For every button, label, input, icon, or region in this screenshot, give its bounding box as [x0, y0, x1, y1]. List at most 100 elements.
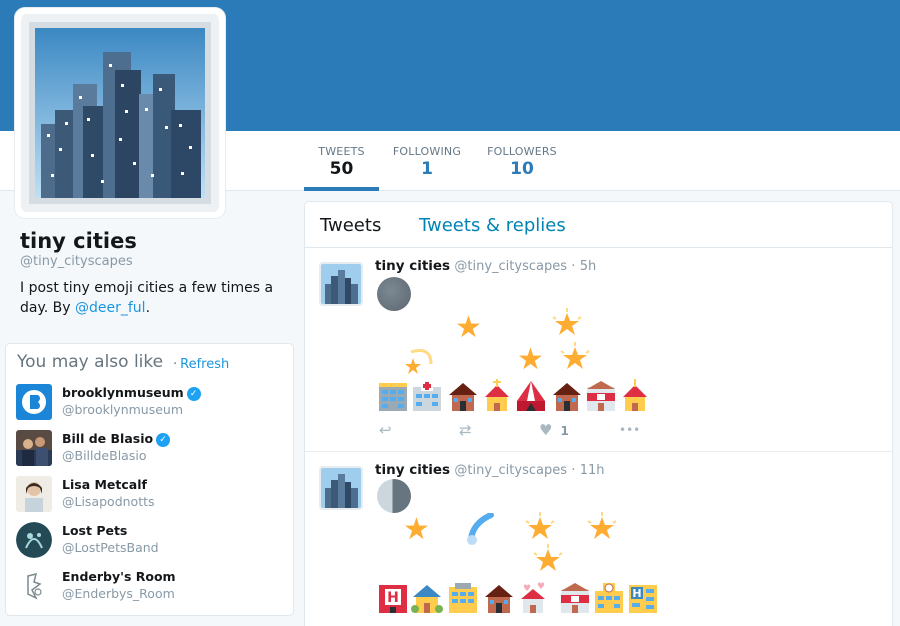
star-icon: ★: [403, 512, 430, 547]
suggested-user-name[interactable]: brooklynmuseum ✓: [62, 385, 201, 401]
tab-tweets[interactable]: Tweets: [320, 215, 381, 236]
hotel-icon: H: [377, 581, 409, 617]
nav-tweets-label: TWEETS: [318, 145, 365, 158]
tweet-author-handle[interactable]: @tiny_cityscapes: [454, 463, 567, 478]
bio-link[interactable]: @deer_ful: [75, 300, 146, 316]
hotel-icon: H: [627, 581, 659, 617]
verified-icon: ✓: [186, 387, 201, 401]
refresh-separator: ·: [173, 357, 178, 372]
house-icon: [551, 379, 583, 415]
timeline-tabs: Tweets Tweets & replies: [305, 202, 892, 248]
retweet-icon[interactable]: ⇄: [459, 421, 472, 439]
tweet[interactable]: tiny cities @tiny_cityscapes · 11h ★ H ♥…: [305, 453, 892, 626]
glowing-star-icon: [531, 543, 565, 577]
tweet-timestamp[interactable]: 11h: [580, 463, 605, 478]
svg-text:H: H: [632, 587, 641, 600]
tweet-avatar[interactable]: [319, 262, 363, 306]
avatar[interactable]: [16, 384, 52, 420]
suggested-user[interactable]: Lisa Metcalf @Lisapodnotts: [16, 476, 286, 514]
svg-text:♥: ♥: [537, 582, 545, 592]
suggested-user-name-text: Enderby's Room: [62, 569, 176, 584]
tweet-author-handle[interactable]: @tiny_cityscapes: [454, 259, 567, 274]
profile-handle: @tiny_cityscapes: [20, 254, 133, 269]
svg-text:H: H: [387, 590, 399, 606]
tweet-author-name[interactable]: tiny cities: [375, 258, 450, 274]
verified-icon: ✓: [156, 433, 171, 447]
suggested-user-name[interactable]: Lost Pets: [62, 523, 127, 538]
tweet-header: tiny cities @tiny_cityscapes · 5h: [375, 258, 596, 274]
moon-icon: [377, 479, 411, 513]
suggested-user-name-text: Lisa Metcalf: [62, 477, 147, 492]
profile-bio: I post tiny emoji cities a few times a d…: [20, 278, 285, 318]
refresh-link[interactable]: · Refresh: [173, 357, 229, 372]
suggested-user[interactable]: Enderby's Room @Enderbys_Room: [16, 568, 286, 606]
circus-tent-icon: [515, 379, 547, 415]
avatar[interactable]: [16, 568, 52, 604]
tweet[interactable]: tiny cities @tiny_cityscapes · 5h ★ ★ ↩ …: [305, 249, 892, 452]
avatar[interactable]: [16, 522, 52, 558]
suggested-user[interactable]: brooklynmuseum ✓ @brooklynmuseum: [16, 384, 286, 422]
avatar[interactable]: [16, 476, 52, 512]
refresh-label: Refresh: [180, 357, 230, 372]
star-icon: ★: [517, 342, 544, 377]
suggested-user-handle: @brooklynmuseum: [62, 402, 184, 417]
school-icon: [619, 379, 651, 415]
profile-name: tiny cities: [20, 229, 137, 253]
house-with-garden-icon: [411, 581, 443, 617]
svg-text:♥: ♥: [523, 584, 531, 594]
more-icon[interactable]: •••: [619, 423, 640, 437]
like-button[interactable]: ♥ 1: [539, 421, 569, 439]
tweet-timestamp[interactable]: 5h: [580, 259, 597, 274]
profile-avatar[interactable]: [15, 8, 225, 218]
nav-following-label: FOLLOWING: [392, 145, 462, 158]
cityscape-icon: [21, 14, 219, 212]
post-office-icon: [585, 379, 617, 415]
house-icon: [483, 581, 515, 617]
avatar[interactable]: [16, 430, 52, 466]
post-office-icon: [559, 581, 591, 617]
tweet-avatar[interactable]: [319, 466, 363, 510]
shooting-star-icon: [401, 344, 435, 378]
suggested-user-handle: @LostPetsBand: [62, 540, 159, 555]
tweet-author-name[interactable]: tiny cities: [375, 462, 450, 478]
nav-followers-count: 10: [510, 159, 534, 179]
new-moon-icon: [377, 277, 411, 311]
wedding-chapel-icon: ♥ ♥: [517, 581, 549, 617]
clock-building-icon: [593, 581, 625, 617]
tweet-separator: ·: [571, 259, 576, 274]
suggested-user-name[interactable]: Lisa Metcalf: [62, 477, 147, 492]
heart-icon: ♥: [539, 421, 553, 439]
tweet-actions: ↩ ⇄ ♥ 1 •••: [375, 421, 675, 441]
church-icon: [481, 379, 513, 415]
tab-tweets-and-replies[interactable]: Tweets & replies: [419, 215, 566, 236]
who-to-follow-module: You may also like · Refresh brooklynmuseu…: [5, 343, 294, 616]
suggested-user-handle: @Enderbys_Room: [62, 586, 175, 601]
suggested-user[interactable]: Bill de Blasio ✓ @BilldeBlasio: [16, 430, 286, 468]
glowing-star-icon: [550, 307, 584, 341]
nav-tweets[interactable]: TWEETS 50: [304, 131, 379, 191]
office-building-icon: [447, 581, 479, 617]
suggested-user-handle: @BilldeBlasio: [62, 448, 147, 463]
suggested-user-name-text: Bill de Blasio: [62, 431, 154, 446]
who-to-follow-title: You may also like: [17, 352, 164, 372]
office-building-icon: [377, 379, 409, 415]
nav-followers-label: FOLLOWERS: [487, 145, 557, 158]
tweet-separator: ·: [571, 463, 576, 478]
tweet-header: tiny cities @tiny_cityscapes · 11h: [375, 462, 605, 478]
suggested-user-handle: @Lisapodnotts: [62, 494, 155, 509]
glowing-star-icon: [558, 341, 592, 375]
suggested-user-name-text: Lost Pets: [62, 523, 128, 538]
suggested-user-name[interactable]: Enderby's Room: [62, 569, 176, 584]
reply-icon[interactable]: ↩: [379, 421, 392, 439]
suggested-user[interactable]: Lost Pets @LostPetsBand: [16, 522, 286, 560]
star-icon: ★: [455, 310, 482, 345]
nav-followers[interactable]: FOLLOWERS 10: [486, 131, 558, 191]
bio-suffix: .: [145, 300, 151, 316]
nav-tweets-count: 50: [329, 159, 354, 179]
hospital-icon: [411, 379, 443, 415]
suggested-user-name[interactable]: Bill de Blasio ✓: [62, 431, 171, 447]
comet-icon: [463, 512, 497, 547]
nav-following[interactable]: FOLLOWING 1: [390, 131, 464, 191]
suggested-user-name-text: brooklynmuseum: [62, 385, 184, 400]
glowing-star-icon: [585, 511, 619, 545]
